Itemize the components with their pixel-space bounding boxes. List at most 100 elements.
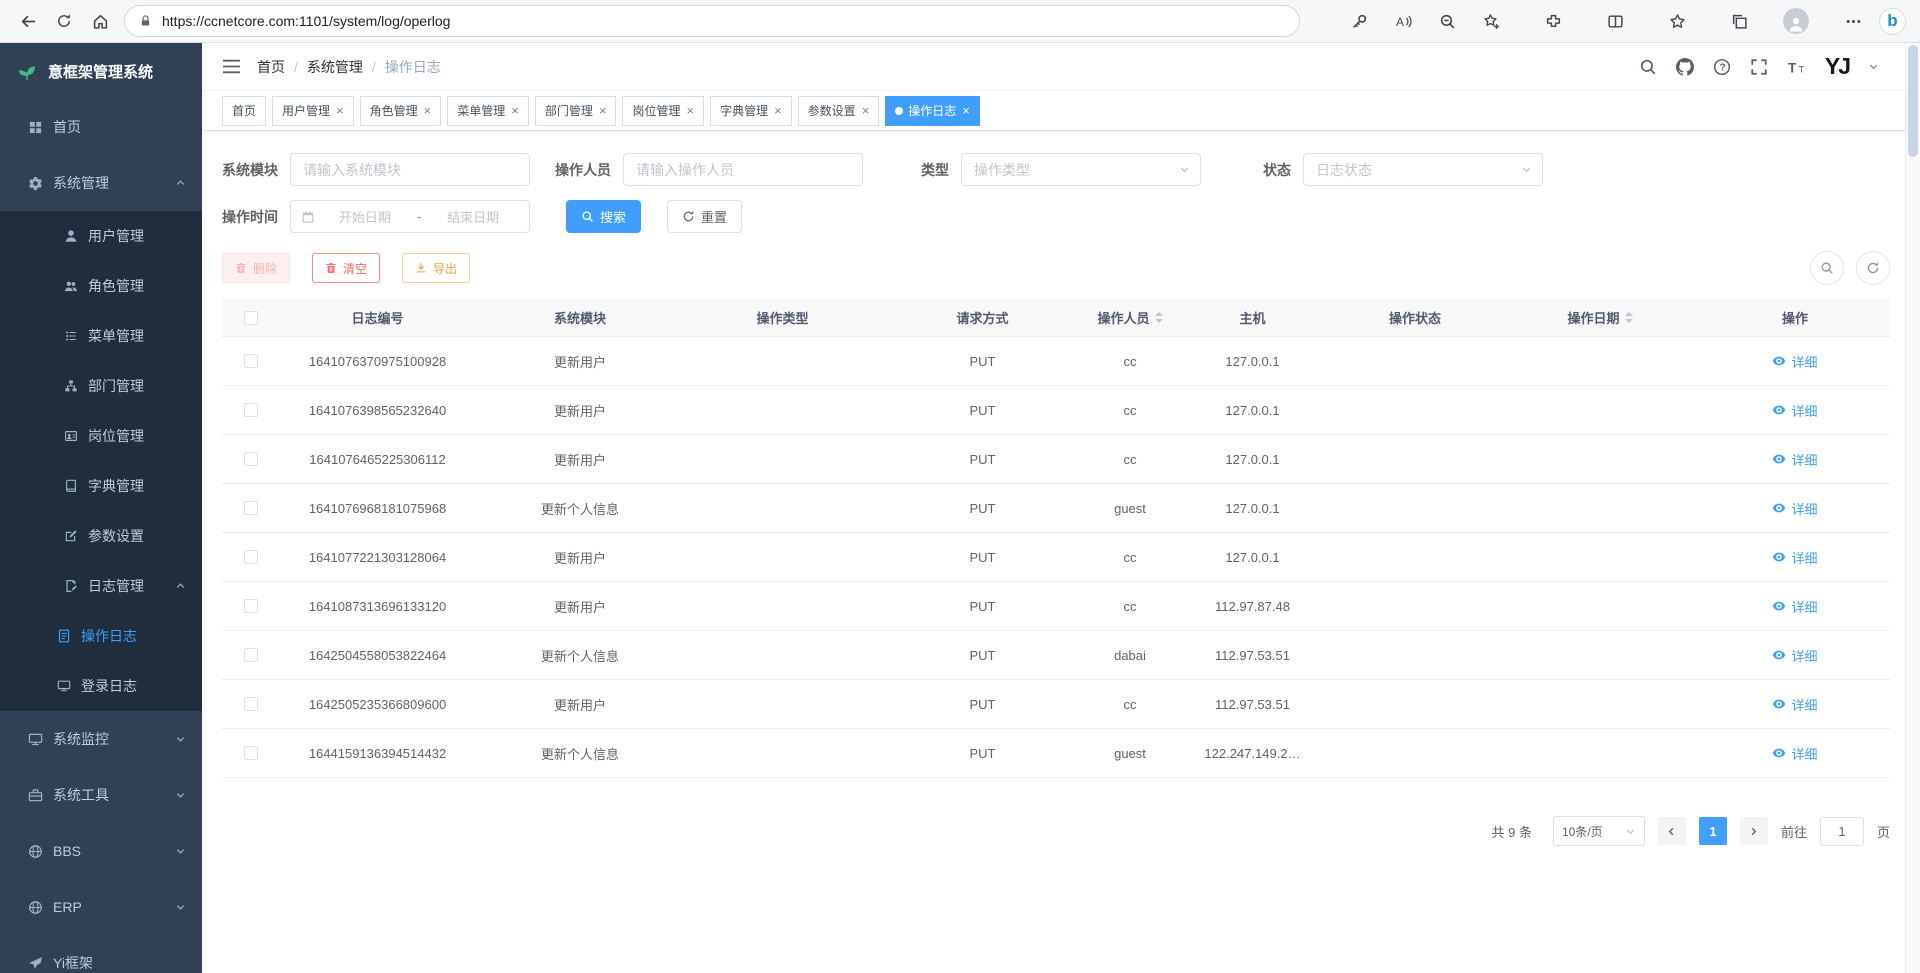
row-checkbox[interactable] [244, 599, 258, 613]
page-size-select[interactable]: 10条/页 [1553, 816, 1645, 846]
close-icon[interactable]: × [424, 104, 432, 117]
reset-button[interactable]: 重置 [667, 200, 742, 233]
detail-link[interactable]: 详细 [1772, 450, 1817, 469]
row-checkbox[interactable] [244, 354, 258, 368]
detail-link[interactable]: 详细 [1772, 499, 1817, 518]
browser-back-button[interactable] [10, 3, 46, 39]
zoom-out-icon[interactable] [1429, 3, 1465, 39]
password-key-icon[interactable] [1341, 3, 1377, 39]
sidebar-toggle-icon[interactable] [222, 58, 241, 75]
close-icon[interactable]: × [336, 104, 344, 117]
date-range-picker[interactable]: 开始日期 - 结束日期 [290, 200, 530, 233]
row-checkbox[interactable] [244, 697, 258, 711]
browser-home-button[interactable] [82, 3, 118, 39]
next-page-button[interactable] [1740, 817, 1768, 845]
scrollbar-thumb[interactable] [1908, 45, 1918, 157]
sidebar-item-dept-mgmt[interactable]: 部门管理 [0, 361, 202, 411]
more-options-icon[interactable] [1835, 3, 1871, 39]
page-scrollbar[interactable] [1905, 43, 1920, 973]
sidebar-item-role-mgmt[interactable]: 角色管理 [0, 261, 202, 311]
operator-input[interactable] [623, 153, 863, 186]
sort-carets[interactable] [1155, 312, 1163, 323]
browser-profile-avatar[interactable] [1783, 8, 1809, 34]
row-checkbox[interactable] [244, 746, 258, 760]
detail-link[interactable]: 详细 [1772, 646, 1817, 665]
tab-dict-mgmt[interactable]: 字典管理× [710, 96, 792, 126]
sidebar-item-dict-mgmt[interactable]: 字典管理 [0, 461, 202, 511]
row-checkbox[interactable] [244, 550, 258, 564]
detail-link[interactable]: 详细 [1772, 597, 1817, 616]
sidebar-item-system-tools[interactable]: 系统工具 [0, 767, 202, 823]
detail-link[interactable]: 详细 [1772, 401, 1817, 420]
close-icon[interactable]: × [599, 104, 607, 117]
close-icon[interactable]: × [511, 104, 519, 117]
tab-dept-mgmt[interactable]: 部门管理× [535, 96, 617, 126]
split-screen-icon[interactable] [1597, 3, 1633, 39]
clear-button[interactable]: 清空 [312, 253, 380, 283]
fullscreen-icon[interactable] [1750, 58, 1768, 76]
tab-user-mgmt[interactable]: 用户管理× [272, 96, 354, 126]
sidebar-item-login-log[interactable]: 登录日志 [0, 661, 202, 711]
tab-post-mgmt[interactable]: 岗位管理× [622, 96, 704, 126]
read-aloud-icon[interactable]: A [1385, 3, 1421, 39]
collections-icon[interactable] [1721, 3, 1757, 39]
tab-menu-mgmt[interactable]: 菜单管理× [447, 96, 529, 126]
delete-button[interactable]: 删除 [222, 253, 290, 283]
refresh-table-button[interactable] [1856, 251, 1890, 285]
close-icon[interactable]: × [774, 104, 782, 117]
column-header-date[interactable]: 操作日期 [1500, 308, 1700, 327]
select-all-checkbox[interactable] [244, 311, 258, 325]
export-button[interactable]: 导出 [402, 253, 470, 283]
sidebar-item-system-mgmt[interactable]: 系统管理 [0, 155, 202, 211]
detail-link[interactable]: 详细 [1772, 695, 1817, 714]
favorites-bar-icon[interactable] [1659, 3, 1695, 39]
close-icon[interactable]: × [862, 104, 870, 117]
sidebar-item-param-settings[interactable]: 参数设置 [0, 511, 202, 561]
row-checkbox[interactable] [244, 452, 258, 466]
close-icon[interactable]: × [686, 104, 694, 117]
breadcrumb-system-mgmt[interactable]: 系统管理 [307, 57, 363, 77]
breadcrumb-home[interactable]: 首页 [257, 57, 285, 77]
sidebar-item-user-mgmt[interactable]: 用户管理 [0, 211, 202, 261]
yj-logo[interactable]: YJ [1825, 53, 1849, 80]
detail-link[interactable]: 详细 [1772, 548, 1817, 567]
prev-page-button[interactable] [1658, 817, 1686, 845]
tab-home[interactable]: 首页 [222, 96, 266, 126]
bing-icon[interactable]: b [1879, 8, 1906, 35]
tab-operation-log[interactable]: 操作日志× [885, 96, 980, 126]
sort-carets[interactable] [1625, 312, 1633, 323]
row-checkbox[interactable] [244, 403, 258, 417]
module-input[interactable] [290, 153, 530, 186]
status-select[interactable]: 日志状态 [1303, 153, 1543, 186]
github-icon[interactable] [1676, 58, 1694, 76]
goto-page-input[interactable] [1820, 817, 1864, 846]
search-icon[interactable] [1639, 58, 1657, 76]
detail-link[interactable]: 详细 [1772, 744, 1817, 763]
close-icon[interactable]: × [962, 104, 970, 117]
sidebar-item-bbs[interactable]: BBS [0, 823, 202, 879]
sidebar-item-erp[interactable]: ERP [0, 879, 202, 935]
column-header-operator[interactable]: 操作人员 [1085, 308, 1175, 327]
sidebar-item-system-monitor[interactable]: 系统监控 [0, 711, 202, 767]
search-toggle-button[interactable] [1810, 251, 1844, 285]
row-checkbox[interactable] [244, 648, 258, 662]
extensions-icon[interactable] [1535, 3, 1571, 39]
sidebar-item-operation-log[interactable]: 操作日志 [0, 611, 202, 661]
font-size-icon[interactable]: TT [1787, 58, 1806, 76]
search-button[interactable]: 搜索 [566, 200, 641, 233]
sidebar-item-post-mgmt[interactable]: 岗位管理 [0, 411, 202, 461]
sidebar-item-yi-framework[interactable]: Yi框架 [0, 935, 202, 973]
detail-link[interactable]: 详细 [1772, 352, 1817, 371]
type-select[interactable]: 操作类型 [961, 153, 1201, 186]
chevron-down-icon[interactable] [1868, 61, 1879, 72]
sidebar-item-home[interactable]: 首页 [0, 99, 202, 155]
page-number-button[interactable]: 1 [1699, 817, 1727, 845]
sidebar-item-log-mgmt[interactable]: 日志管理 [0, 561, 202, 611]
add-favorite-icon[interactable] [1473, 3, 1509, 39]
address-bar[interactable]: https://ccnetcore.com:1101/system/log/op… [124, 5, 1300, 37]
browser-refresh-button[interactable] [46, 3, 82, 39]
tab-role-mgmt[interactable]: 角色管理× [360, 96, 442, 126]
tab-param-settings[interactable]: 参数设置× [798, 96, 880, 126]
help-icon[interactable]: ? [1713, 58, 1731, 76]
sidebar-item-menu-mgmt[interactable]: 菜单管理 [0, 311, 202, 361]
